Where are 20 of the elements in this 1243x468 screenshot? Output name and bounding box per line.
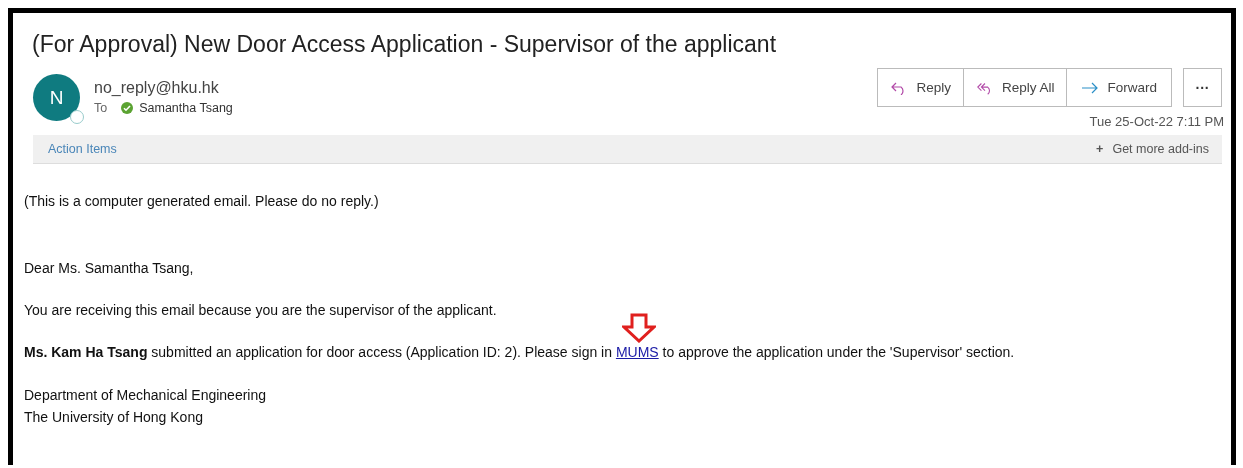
plus-icon: + bbox=[1096, 142, 1104, 156]
email-date: Tue 25-Oct-22 7:11 PM bbox=[1089, 114, 1224, 129]
notice-text: (This is a computer generated email. Please do no reply.) bbox=[24, 193, 380, 209]
sender-address: no_reply@hku.hk bbox=[94, 79, 220, 97]
get-addins-link[interactable]: Get more add-ins bbox=[1112, 142, 1209, 156]
more-button[interactable]: ··· bbox=[1183, 68, 1222, 107]
action-items-link[interactable]: Action Items bbox=[48, 142, 117, 156]
recipient-name[interactable]: Samantha Tsang bbox=[139, 101, 233, 115]
mums-link[interactable]: MUMS bbox=[615, 344, 659, 360]
reason-text: You are receiving this email because you are the supervisor of the applicant. bbox=[24, 302, 498, 318]
check-icon bbox=[121, 102, 134, 114]
presence-icon bbox=[70, 110, 84, 124]
email-subject: (For Approval) New Door Access Application - Supervisor of the applicant bbox=[31, 30, 778, 58]
down-arrow-icon bbox=[621, 313, 656, 343]
signature-line: Department of Mechanical Engineering bbox=[24, 386, 268, 405]
request-text: Ms. Kam Ha Tsang submitted an application for door access (Application ID: 2). Please sign in MUMS to approve the application under the 'Supervisor' section. bbox=[24, 344, 1231, 360]
arrow-right-icon bbox=[1081, 80, 1100, 95]
to-label: To bbox=[94, 101, 108, 115]
signature-line: The University of Hong Kong bbox=[24, 408, 204, 427]
greeting-text: Dear Ms. Samantha Tsang, bbox=[24, 260, 195, 276]
